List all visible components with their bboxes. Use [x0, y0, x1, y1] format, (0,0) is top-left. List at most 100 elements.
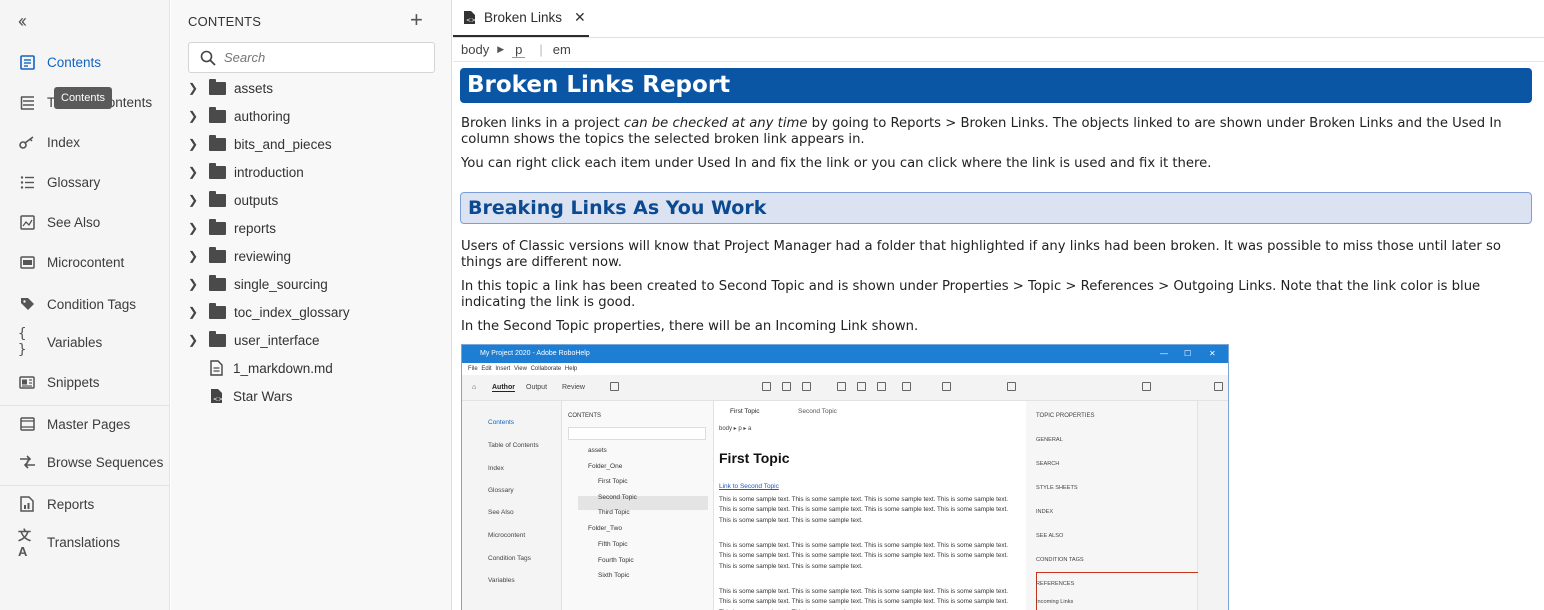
screenshot-search — [568, 427, 706, 440]
chevron-right-icon[interactable]: ❯ — [188, 277, 202, 291]
screenshot-editor: First Topic Second Topic body ▸ p ▸ a Fi… — [714, 401, 1026, 610]
tree-item[interactable]: ❯ single_sourcing — [188, 272, 328, 296]
image-icon — [837, 382, 846, 391]
tree-item[interactable]: ❯ reviewing — [188, 244, 291, 268]
screenshot-sample-text: This is some sample text. This is some s… — [719, 588, 1009, 610]
screenshot-props-title: TOPIC PROPERTIES — [1036, 413, 1095, 419]
embedded-screenshot: My Project 2020 - Adobe RoboHelp — ☐ ✕ F… — [461, 344, 1229, 610]
panel-title: CONTENTS — [188, 14, 262, 29]
tab-broken-links[interactable]: <> Broken Links ✕ — [453, 0, 589, 37]
paragraph: Users of Classic versions will know that… — [461, 239, 1501, 270]
screenshot-nav-item: Glossary — [488, 487, 514, 494]
paragraph: Broken links in a project can be checked… — [461, 116, 1527, 148]
topic-file-icon: <> — [210, 388, 223, 404]
master-page-icon — [18, 415, 36, 433]
chevron-right-icon[interactable]: ❯ — [188, 165, 202, 179]
screenshot-tree-item: Second Topic — [598, 494, 637, 501]
tree-item[interactable]: ❯ authoring — [188, 104, 290, 128]
nav-item-reports[interactable]: Reports — [0, 486, 170, 522]
nav-item-contents[interactable]: Contents — [0, 44, 170, 80]
paragraph: In this topic a link has been created to… — [461, 279, 1481, 310]
chevron-right-icon[interactable]: ❯ — [188, 109, 202, 123]
minimize-icon: — — [1160, 349, 1168, 358]
tree-item-label: toc_index_glossary — [234, 304, 350, 320]
nav-item-condition-tags[interactable]: Condition Tags — [0, 286, 170, 322]
nav-item-translations[interactable]: 文A Translations — [0, 524, 170, 560]
tree-item-label: reports — [234, 220, 277, 236]
nav-item-label: Microcontent — [47, 254, 125, 270]
chevron-right-icon[interactable]: ❯ — [188, 333, 202, 347]
tree-item[interactable]: ❯ introduction — [188, 160, 304, 184]
nav-item-browse-sequences[interactable]: Browse Sequences — [0, 444, 170, 480]
tree-item[interactable]: ❯ bits_and_pieces — [188, 132, 332, 156]
screenshot-tree-item: Folder_Two — [588, 525, 622, 532]
braces-icon: { } — [18, 326, 27, 358]
screenshot-menubar: File Edit Insert View Collaborate Help — [462, 363, 1228, 375]
screenshot-topic-title: First Topic — [719, 450, 790, 466]
screenshot-side-toolbar — [1198, 401, 1228, 610]
close-icon[interactable]: ✕ — [574, 9, 586, 26]
chevron-right-icon[interactable]: ❯ — [188, 81, 202, 95]
chevron-right-icon[interactable]: ❯ — [188, 137, 202, 151]
contents-icon — [18, 53, 36, 71]
glossary-icon — [18, 173, 36, 191]
add-icon[interactable]: + — [410, 9, 423, 31]
breadcrumb-item[interactable]: p — [512, 42, 526, 58]
nav-item-microcontent[interactable]: Microcontent — [0, 244, 170, 280]
tree-item-label: Star Wars — [233, 388, 293, 404]
folder-icon — [209, 106, 226, 123]
search-box[interactable] — [188, 42, 435, 73]
chevron-right-icon[interactable]: ❯ — [188, 221, 202, 235]
link-icon — [902, 382, 911, 391]
folder-icon — [209, 134, 226, 151]
tree-item[interactable]: ❯ user_interface — [188, 328, 320, 352]
list-icon — [802, 382, 811, 391]
export-icon — [1214, 382, 1223, 391]
svg-text:<>: <> — [213, 396, 223, 403]
key-icon — [18, 133, 36, 151]
edit-icon — [1142, 382, 1151, 391]
folder-icon — [209, 330, 226, 347]
paragraph-emphasis: can be checked at any time — [623, 116, 808, 131]
search-icon — [200, 50, 216, 66]
tag-icon — [18, 295, 36, 313]
breadcrumb-item[interactable]: body — [461, 42, 489, 57]
tree-item[interactable]: ❯ toc_index_glossary — [188, 300, 350, 324]
screenshot-properties: TOPIC PROPERTIES GENERAL SEARCH STYLE SH… — [1026, 401, 1208, 610]
save-icon — [610, 382, 619, 391]
tree-item[interactable]: ❯ reports — [188, 216, 276, 240]
breadcrumb-item[interactable]: em — [553, 42, 571, 57]
tree-item[interactable]: <> Star Wars — [188, 384, 293, 408]
screenshot-prop-section: CONDITION TAGS — [1036, 557, 1084, 563]
nav-item-see-also[interactable]: See Also — [0, 204, 170, 240]
nav-item-index[interactable]: Index — [0, 124, 170, 160]
folder-icon — [209, 78, 226, 95]
tree-item-label: outputs — [234, 192, 279, 208]
tree-item-label: introduction — [234, 164, 304, 180]
paragraph-text: Broken links in a project — [461, 116, 624, 131]
video-icon — [877, 382, 886, 391]
chevron-right-icon[interactable]: ❯ — [188, 249, 202, 263]
tree-item[interactable]: 1_markdown.md — [188, 356, 333, 380]
svg-text:<>: <> — [466, 17, 476, 24]
translate-icon: 文A — [18, 528, 32, 559]
tree-item-label: 1_markdown.md — [233, 360, 333, 376]
nav-item-label: See Also — [47, 214, 101, 230]
chevron-right-icon[interactable]: ❯ — [188, 193, 202, 207]
nav-item-glossary[interactable]: Glossary — [0, 164, 170, 200]
screenshot-tab: Second Topic — [798, 408, 837, 415]
nav-item-snippets[interactable]: Snippets — [0, 364, 170, 400]
reports-icon — [18, 495, 36, 513]
robohelp-app: ‹‹ Contents Table of Contents Index Glos… — [0, 0, 1544, 610]
nav-item-master-pages[interactable]: Master Pages — [0, 406, 170, 442]
nav-item-label: Index — [47, 134, 81, 150]
tree-item[interactable]: ❯ assets — [188, 76, 273, 100]
tree-item[interactable]: ❯ outputs — [188, 188, 278, 212]
list-icon — [782, 382, 791, 391]
nav-item-variables[interactable]: { } Variables — [0, 324, 170, 360]
search-input[interactable] — [224, 50, 424, 65]
add-icon — [1007, 382, 1016, 391]
nav-item-label: Browse Sequences — [47, 454, 164, 470]
double-chevron-left-icon[interactable]: ‹‹ — [18, 11, 27, 32]
chevron-right-icon[interactable]: ❯ — [188, 305, 202, 319]
